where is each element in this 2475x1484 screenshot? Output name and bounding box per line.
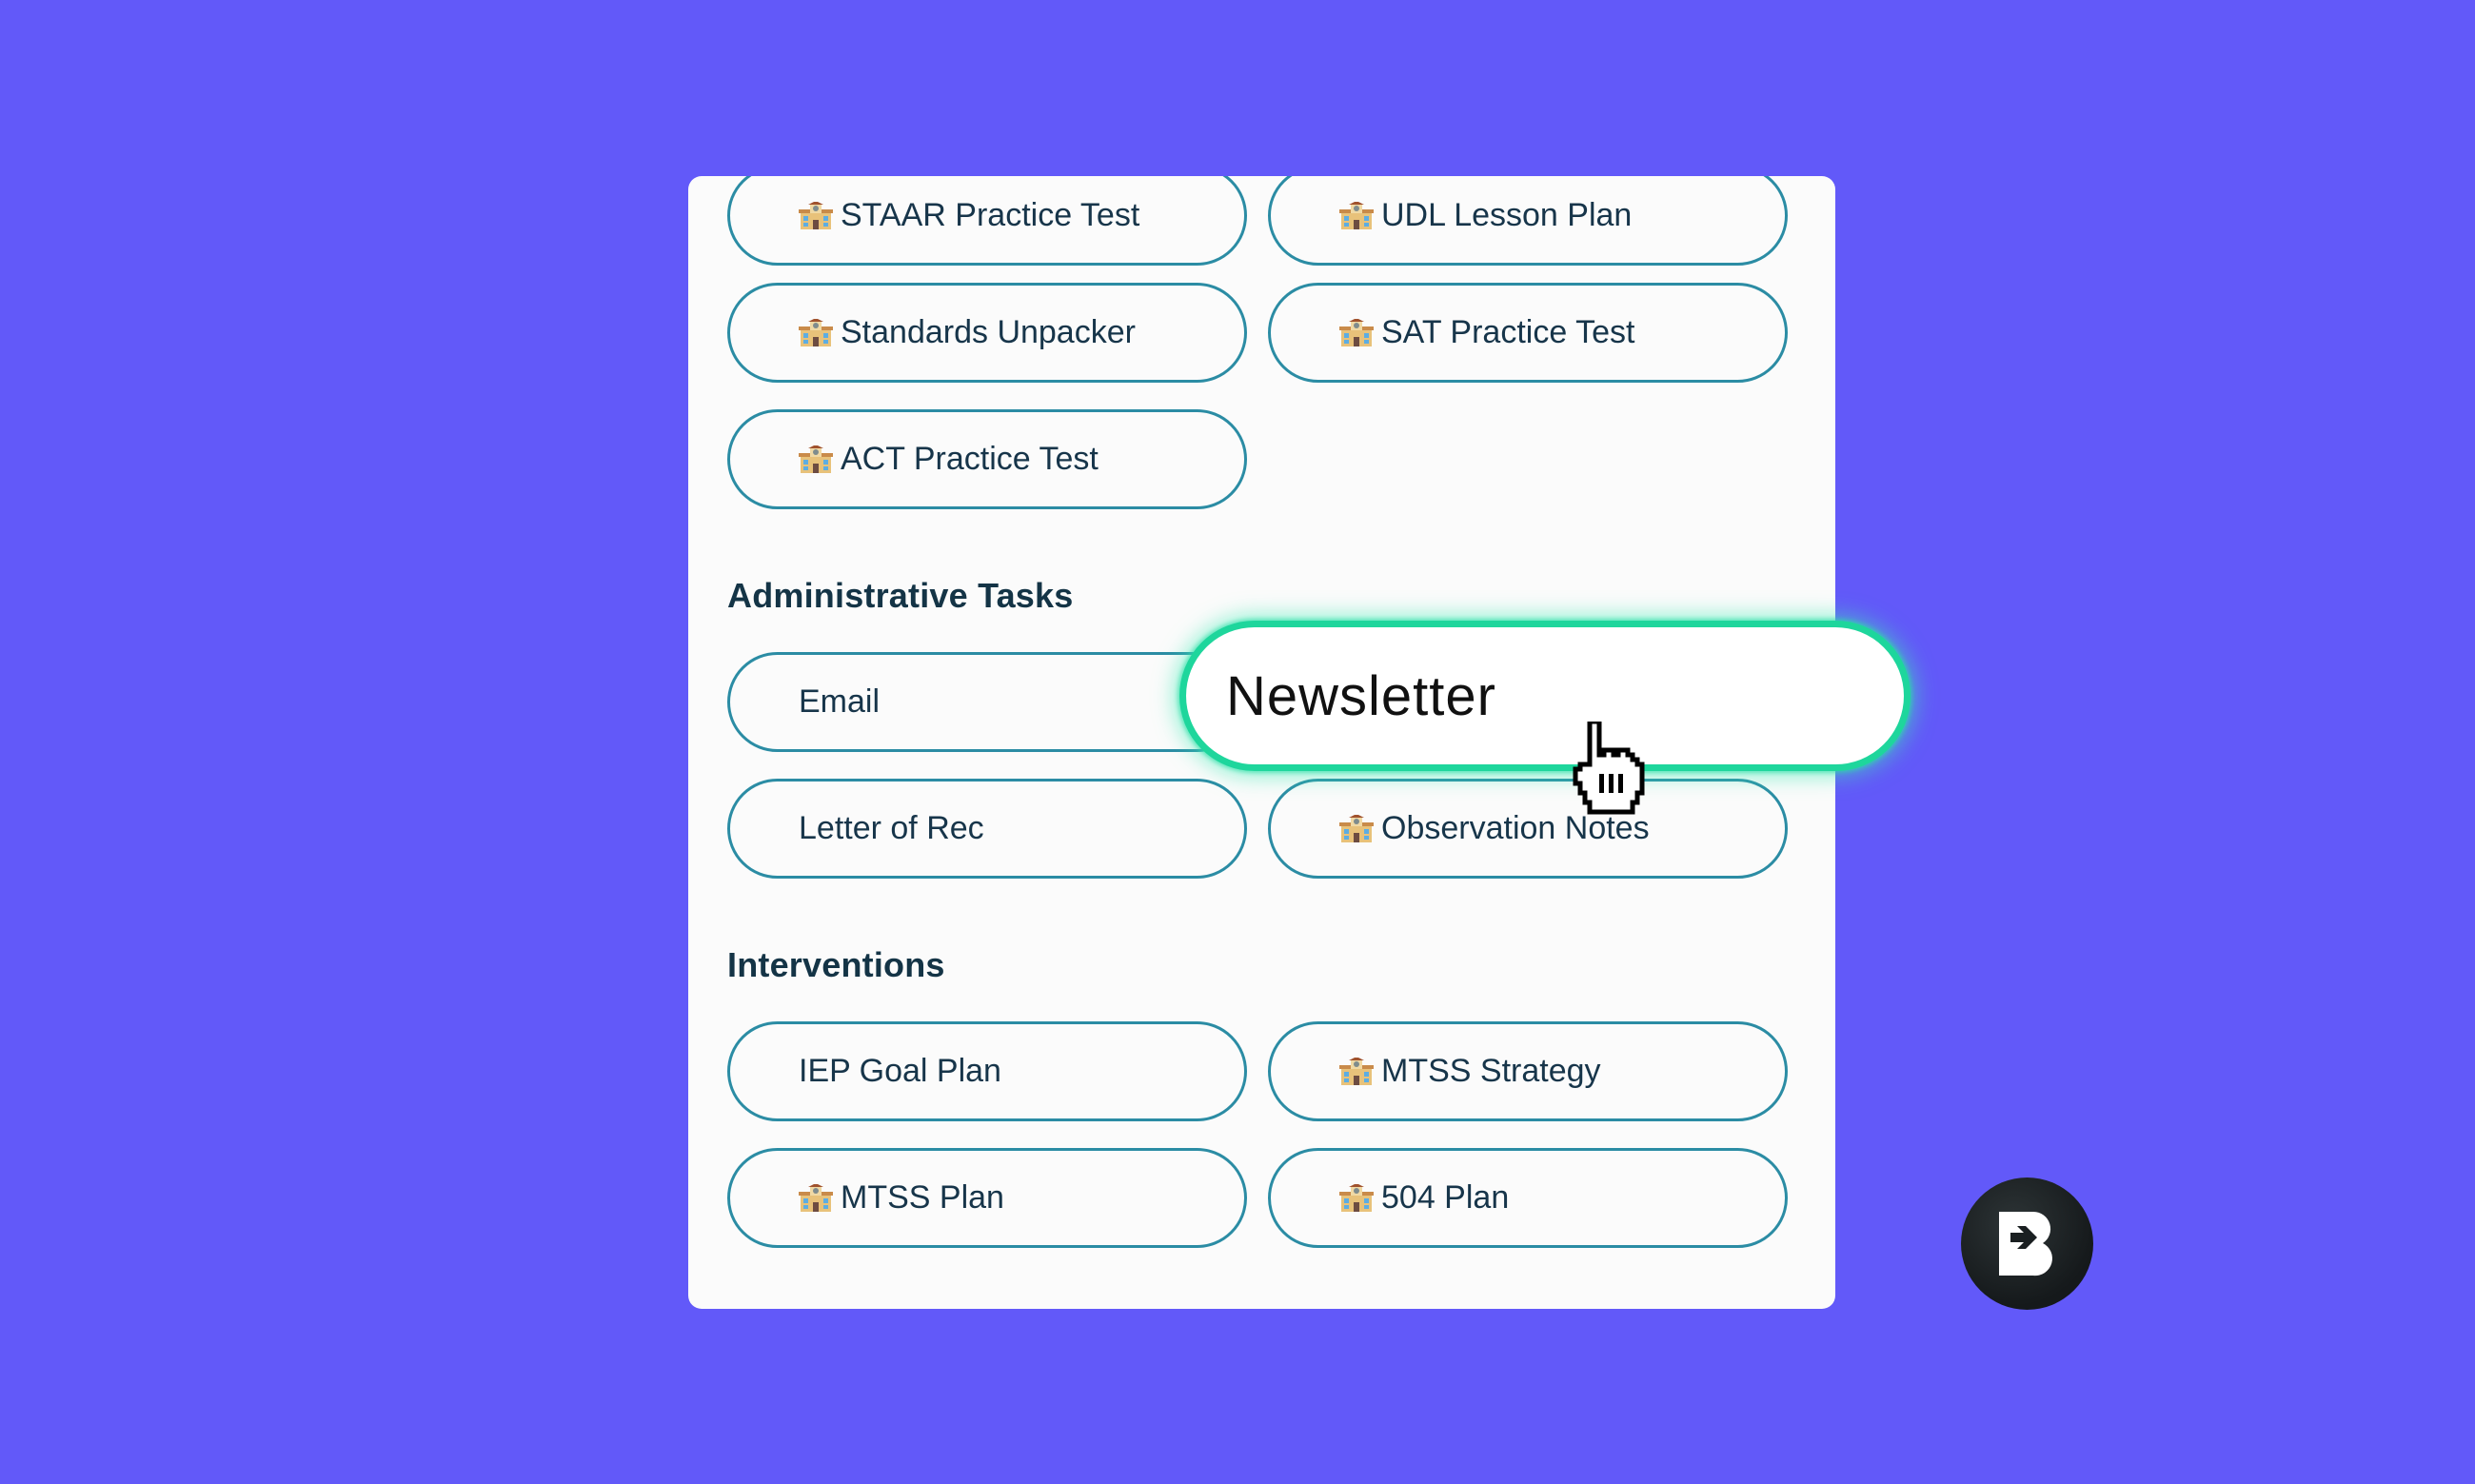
school-building-icon [799,445,833,474]
chip-label: Email [799,683,881,720]
tool-udl-lesson-plan[interactable]: UDL Lesson Plan [1268,176,1788,266]
school-building-icon [1339,1184,1374,1213]
school-building-icon [799,202,833,230]
newsletter-label: Newsletter [1226,664,1496,727]
chip-label: 504 Plan [1381,1179,1510,1216]
chip-label: IEP Goal Plan [799,1053,1001,1089]
chip-label: MTSS Strategy [1381,1053,1601,1089]
chip-label: Standards Unpacker [841,314,1136,350]
tool-newsletter-highlighted[interactable]: Newsletter [1179,621,1911,771]
tool-sat-practice-test[interactable]: SAT Practice Test [1268,283,1788,383]
chip-label: UDL Lesson Plan [1381,197,1633,233]
chip-label: ACT Practice Test [841,441,1099,477]
tool-email[interactable]: Email [727,652,1247,752]
chip-label: SAT Practice Test [1381,314,1635,350]
tool-mtss-plan[interactable]: MTSS Plan [727,1148,1247,1248]
school-building-icon [1339,202,1374,230]
school-building-icon [799,319,833,347]
school-building-icon [1339,319,1374,347]
chip-label: Letter of Rec [799,810,984,846]
school-building-icon [799,1184,833,1213]
section-heading-interventions: Interventions [727,945,945,984]
school-building-icon [1339,1058,1374,1086]
tool-mtss-strategy[interactable]: MTSS Strategy [1268,1021,1788,1121]
tool-act-practice-test[interactable]: ACT Practice Test [727,409,1247,509]
section-heading-administrative: Administrative Tasks [727,576,1074,615]
tool-504-plan[interactable]: 504 Plan [1268,1148,1788,1248]
hand-pointer-icon [1571,719,1647,817]
school-building-icon [1339,815,1374,843]
tool-staar-practice-test[interactable]: STAAR Practice Test [727,176,1247,266]
tool-observation-notes[interactable]: Observation Notes [1268,779,1788,879]
brisk-logo-icon [1961,1177,2093,1310]
chip-label: STAAR Practice Test [841,197,1140,233]
tool-iep-goal-plan[interactable]: IEP Goal Plan [727,1021,1247,1121]
tool-letter-of-rec[interactable]: Letter of Rec [727,779,1247,879]
tool-standards-unpacker[interactable]: Standards Unpacker [727,283,1247,383]
chip-label: MTSS Plan [841,1179,1004,1216]
